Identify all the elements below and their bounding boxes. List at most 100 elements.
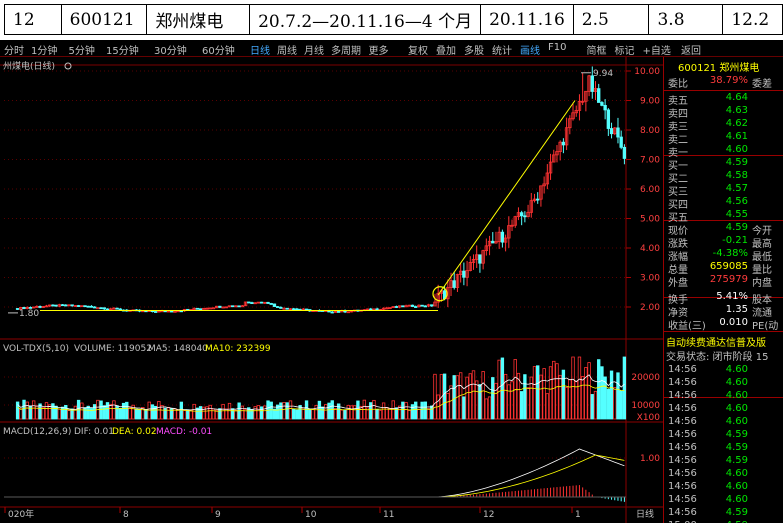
tick-price: 4.59 <box>725 455 748 466</box>
candle-body <box>51 304 55 307</box>
toolbar-btn-9[interactable]: 返回 <box>681 42 701 57</box>
volume-bar <box>308 409 312 420</box>
candle-body <box>195 307 200 310</box>
volume-bar <box>442 373 447 420</box>
notice-link[interactable]: 自动续费通达信普及版 <box>666 334 783 349</box>
tick-price: 4.60 <box>725 403 748 414</box>
low-label: 1.80 <box>19 309 39 319</box>
stock-app-window: 分时 1分钟 5分钟 15分钟 30分钟 60分钟 日线 周线 月线 多周期 更多 复权 叠加 多股 统计画… <box>0 40 783 523</box>
tick-row: 14:56 4.59 <box>666 429 783 442</box>
tick-row: 14:56 4.60 <box>666 364 783 377</box>
toolbar-btn-4[interactable]: 画线 <box>520 42 540 57</box>
volume-bar <box>105 402 110 420</box>
value: 1.35 <box>725 304 748 315</box>
volume-bar <box>584 367 588 420</box>
candle-body <box>208 307 212 310</box>
value: 4.56 <box>725 196 748 207</box>
volume-bar <box>64 404 68 420</box>
vol-ma5: MA5: 148040 <box>148 344 208 354</box>
toolbar-btn-2[interactable]: 多股 <box>464 42 484 57</box>
volume-bar <box>545 393 550 420</box>
volume-bar <box>211 408 216 420</box>
toolbar-btn-5[interactable]: F10 <box>548 42 566 53</box>
date-label: 10 <box>305 510 317 520</box>
sub-label: 委差 <box>752 79 772 90</box>
volume-bar <box>125 401 129 420</box>
volume-bar <box>430 405 434 420</box>
price-tick-label: 7.00 <box>640 156 660 166</box>
candle-body <box>597 88 601 103</box>
volume-bar <box>558 374 562 420</box>
header-cell: 12 <box>4 4 62 35</box>
toolbar-tab-8[interactable]: 月线 <box>304 42 324 57</box>
macd-dea-line <box>17 454 625 498</box>
volume-bar <box>83 407 87 420</box>
value: 659085 <box>709 261 748 272</box>
volume-bar <box>269 401 273 420</box>
toolbar-tab-10[interactable]: 更多 <box>369 42 389 57</box>
price-tick-label: 9.00 <box>640 97 660 107</box>
toolbar-tab-3[interactable]: 15分钟 <box>106 42 139 57</box>
candle-body <box>92 306 97 309</box>
volume-bar <box>507 384 511 420</box>
toolbar-tab-9[interactable]: 多周期 <box>331 42 361 57</box>
tick-row: 14:56 4.59 <box>666 455 783 468</box>
volume-bar <box>41 406 45 420</box>
toolbar-tab-0[interactable]: 分时 <box>4 42 24 57</box>
toolbar-btn-0[interactable]: 复权 <box>408 42 428 57</box>
volume-bar <box>144 408 148 420</box>
kline-chart[interactable]: 10.00 9.00 8.00 7.00 6.00 5.00 4.00 3.00 2.00 州煤电… <box>0 57 663 523</box>
volume-bar <box>555 363 559 420</box>
tick-row: 14:56 4.60 <box>666 377 783 390</box>
volume-bar <box>536 365 540 420</box>
stat-row: 外盘 275979 内盘 <box>666 274 783 289</box>
toolbar-btn-7[interactable]: 标记 <box>615 42 635 57</box>
date-label: 9 <box>215 510 221 520</box>
value: 4.58 <box>725 170 748 181</box>
candle-body <box>272 303 277 307</box>
date-label: 8 <box>123 510 129 520</box>
toolbar-tab-1[interactable]: 1分钟 <box>31 42 57 57</box>
label: 外盘 <box>668 278 688 289</box>
volume-bar <box>320 406 325 420</box>
candle-body <box>109 308 113 311</box>
volume-bar <box>179 401 184 420</box>
volume-bar <box>333 408 338 420</box>
volume-bar <box>494 382 498 420</box>
info-table-header: 12 600121 郑州煤电 20.7.2—20.11.16—4 个月 20.11.16… <box>0 0 783 38</box>
toolbar-tab-5[interactable]: 60分钟 <box>202 42 235 57</box>
toolbar-btn-3[interactable]: 统计 <box>492 42 512 57</box>
bottom-tab-daily: 日线 <box>636 508 654 520</box>
tick-time: 14:56 <box>668 364 697 375</box>
label: 委比 <box>668 79 688 90</box>
candle-body <box>292 308 296 311</box>
volume-bar <box>404 402 408 420</box>
toolbar-btn-1[interactable]: 叠加 <box>436 42 456 57</box>
header-cell: 2.5 <box>572 4 650 35</box>
vol-value: VOLUME: 119052 <box>74 344 152 354</box>
candle-body <box>99 307 103 310</box>
high-label: 9.94 <box>593 69 613 79</box>
candle-body <box>423 305 428 308</box>
volume-bar <box>510 381 514 420</box>
toolbar-tab-7[interactable]: 周线 <box>277 42 297 57</box>
toolbar-tab-6[interactable]: 日线 <box>250 42 270 57</box>
value: -4.38% <box>712 248 748 259</box>
value: 4.59 <box>725 222 748 233</box>
stat2-row: 净资 1.35 流通 <box>666 304 783 319</box>
value: 4.55 <box>725 209 748 220</box>
candle-body <box>240 305 245 308</box>
volume-bar <box>102 405 106 420</box>
candle-body <box>600 102 604 106</box>
toolbar-btn-6[interactable]: 简框 <box>587 42 607 57</box>
value: 5.41% <box>716 291 748 302</box>
tick-price: 4.60 <box>725 390 748 401</box>
volume-bar <box>478 384 482 420</box>
vol-tick-label: 10000 <box>631 401 660 411</box>
toolbar-tab-2[interactable]: 5分钟 <box>69 42 95 57</box>
toolbar-tab-4[interactable]: 30分钟 <box>154 42 187 57</box>
tick-row: 14:56 4.60 <box>666 403 783 416</box>
volume-bar <box>619 390 623 420</box>
header-cell: 20.7.2—20.11.16—4 个月 <box>249 4 482 35</box>
toolbar-btn-8[interactable]: +自选 <box>643 42 671 57</box>
